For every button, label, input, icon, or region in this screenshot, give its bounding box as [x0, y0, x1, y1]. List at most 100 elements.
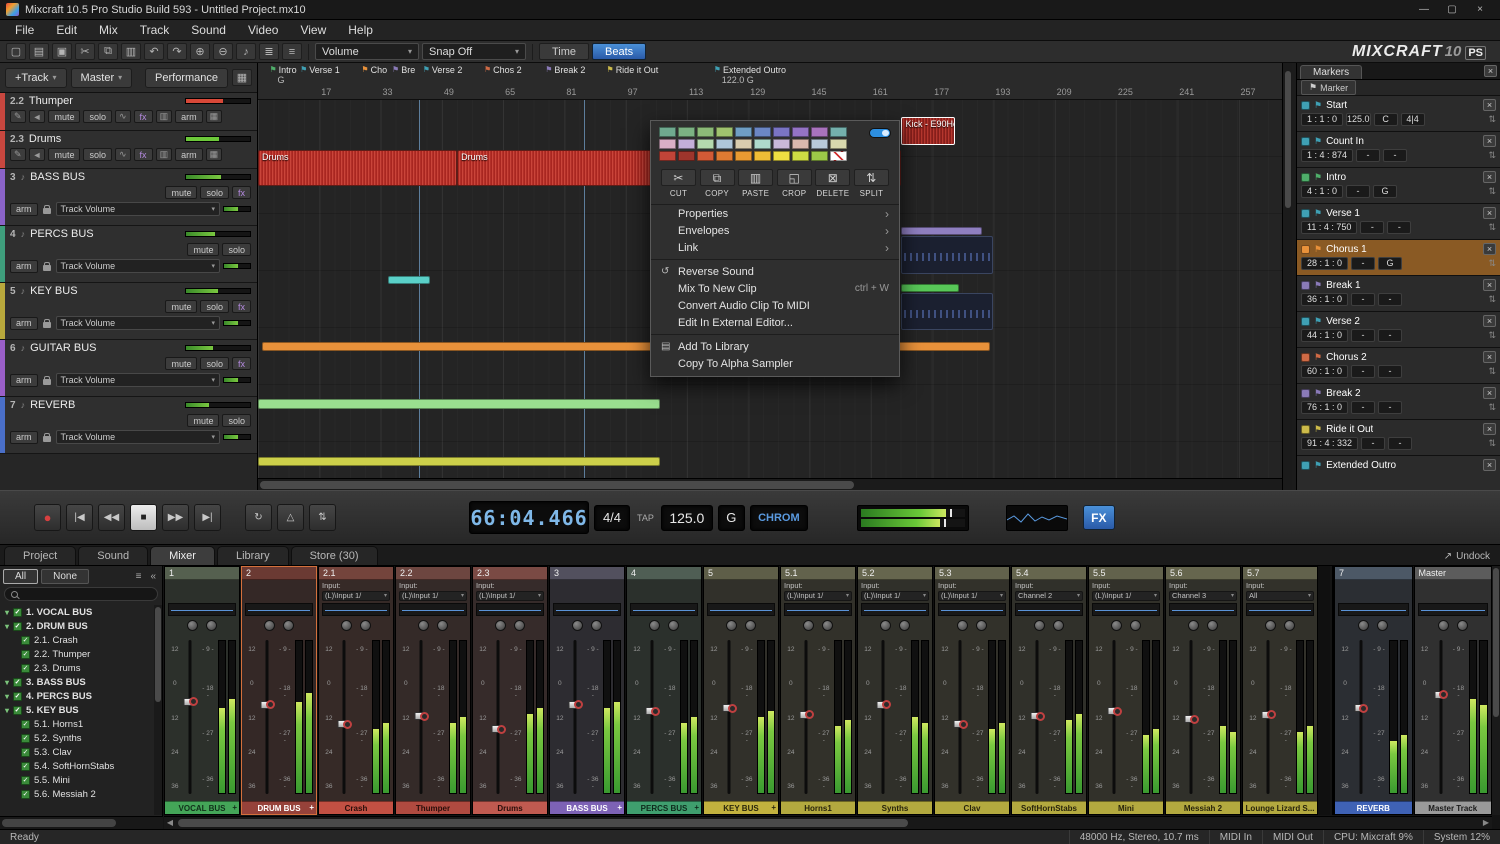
clip-action-button[interactable]: ◱ CROP — [777, 169, 812, 198]
eq-display[interactable] — [1418, 603, 1489, 616]
clip-bar[interactable] — [258, 457, 660, 466]
eq-display[interactable] — [322, 603, 390, 616]
color-swatch[interactable] — [678, 151, 695, 161]
clip-kick-e90house[interactable]: Kick - E90House — [901, 117, 955, 145]
meter-icon[interactable]: ▥ — [156, 148, 173, 161]
send-knob[interactable] — [1284, 620, 1295, 631]
mixer-tree-item[interactable]: ▾ ✓ 5.3. Clav — [0, 745, 154, 759]
pan-knob[interactable] — [572, 620, 583, 631]
send-knob[interactable] — [745, 620, 756, 631]
stop-button[interactable]: ■ — [130, 504, 157, 531]
mixer-tree-item[interactable]: ▾ ✓ 1. VOCAL BUS — [0, 605, 154, 619]
input-select[interactable]: (L)\Input 1/▾ — [476, 591, 544, 601]
punch-button[interactable]: ⇅ — [309, 504, 336, 531]
delete-marker-icon[interactable]: × — [1483, 423, 1496, 435]
send-knob[interactable] — [283, 620, 294, 631]
send-knob[interactable] — [591, 620, 602, 631]
mixer-tree-item[interactable]: ▾ ✓ 2.3. Drums — [0, 661, 154, 675]
paste-icon[interactable]: ▥ — [121, 43, 141, 60]
meter-icon[interactable]: ▥ — [156, 110, 173, 123]
color-swatch[interactable] — [716, 127, 733, 137]
channel-name-label[interactable]: Clav+ — [935, 801, 1009, 814]
marker-row[interactable]: ⚑ Count In × 1 : 4 : 874 - - ⇅ — [1297, 132, 1500, 168]
menu-item[interactable]: Track — [129, 21, 181, 39]
marker-row[interactable]: ⚑ Ride it Out × 91 : 4 : 332 - - ⇅ — [1297, 420, 1500, 456]
lock-icon[interactable] — [43, 265, 51, 271]
lock-icon[interactable] — [43, 322, 51, 328]
menu-item[interactable]: Sound — [180, 21, 237, 39]
timeline-marker[interactable]: ⚑IntroG — [269, 65, 296, 85]
bus-track-row[interactable]: 3 ♪ BASS BUS mute solo fx arm Track Volu… — [0, 169, 257, 226]
bottom-tab[interactable]: Sound — [78, 546, 148, 565]
color-swatch[interactable] — [830, 151, 847, 161]
color-swatch[interactable] — [754, 139, 771, 149]
color-swatch[interactable] — [754, 151, 771, 161]
automation-type-dropdown[interactable]: Volume▾ — [315, 43, 419, 60]
pan-knob[interactable] — [1358, 620, 1369, 631]
delete-marker-icon[interactable]: × — [1483, 279, 1496, 291]
clip-bar[interactable] — [901, 284, 958, 292]
menu-item[interactable]: Help — [337, 21, 384, 39]
solo-button[interactable]: solo — [83, 110, 112, 123]
bus-track-row[interactable]: 4 ♪ PERCS BUS mute solo fx arm Track Vol… — [0, 226, 257, 283]
marker-spinner-icon[interactable]: ⇅ — [1488, 330, 1496, 341]
timeline-marker[interactable]: ⚑Ride it Out — [607, 65, 659, 75]
gain-knob[interactable] — [728, 704, 737, 713]
prev-button[interactable]: |◀ — [66, 504, 93, 531]
mute-button[interactable]: mute — [187, 243, 219, 256]
marker-key[interactable]: - — [1378, 293, 1402, 306]
marker-color-swatch[interactable] — [1301, 245, 1310, 254]
save-icon[interactable]: ▣ — [52, 43, 72, 60]
marker-position[interactable]: 1 : 4 : 874 — [1301, 149, 1353, 162]
gain-knob[interactable] — [1359, 704, 1368, 713]
sidebar-hscrollbar[interactable] — [0, 816, 163, 829]
marker-spinner-icon[interactable]: ⇅ — [1488, 150, 1496, 161]
bottom-tab[interactable]: Mixer — [150, 546, 215, 565]
color-swatch[interactable] — [716, 139, 733, 149]
color-swatch[interactable] — [754, 127, 771, 137]
marker-position[interactable]: 44 : 1 : 0 — [1301, 329, 1348, 342]
monitor-icon[interactable]: ◄ — [29, 148, 46, 161]
mixer-channel-strip[interactable]: 1 ▾ 120122436 9182736 — [164, 566, 240, 815]
track-volume-dropdown[interactable]: Track Volume▾ — [56, 316, 221, 330]
marker-color-swatch[interactable] — [1301, 137, 1310, 146]
timeline-hscrollbar[interactable] — [258, 478, 1282, 490]
pan-knob[interactable] — [1188, 620, 1199, 631]
pan-knob[interactable] — [418, 620, 429, 631]
checkbox-icon[interactable]: ✓ — [21, 762, 30, 771]
mixer-tree-item[interactable]: ▾ ✓ 3. BASS BUS — [0, 675, 154, 689]
arm-button[interactable]: arm — [175, 148, 203, 161]
mixer-tree-item[interactable]: ▾ ✓ 4. PERCS BUS — [0, 689, 154, 703]
marker-tempo[interactable]: - — [1351, 257, 1375, 270]
marker-position[interactable]: 28 : 1 : 0 — [1301, 257, 1348, 270]
channel-name-label[interactable]: PERCS BUS+ — [627, 801, 701, 814]
sidebar-vscrollbar[interactable] — [154, 605, 162, 815]
marker-key[interactable]: G — [1373, 185, 1397, 198]
pan-knob[interactable] — [1111, 620, 1122, 631]
delete-marker-icon[interactable]: × — [1483, 459, 1496, 471]
undock-button[interactable]: ↗Undock — [1438, 551, 1496, 565]
marker-signature[interactable]: 4|4 — [1401, 113, 1425, 126]
marker-key[interactable]: - — [1378, 365, 1402, 378]
mixer-tree-item[interactable]: ▾ ✓ 5.6. Messiah 2 — [0, 787, 154, 801]
marker-row[interactable]: ⚑ Break 2 × 76 : 1 : 0 - - ⇅ — [1297, 384, 1500, 420]
time-display[interactable]: 66:04.466 — [469, 501, 589, 534]
solo-button[interactable]: solo — [200, 186, 229, 199]
marker-color-swatch[interactable] — [1301, 461, 1310, 470]
color-swatch[interactable] — [716, 151, 733, 161]
marker-spinner-icon[interactable]: ⇅ — [1488, 186, 1496, 197]
delete-marker-icon[interactable]: × — [1483, 135, 1496, 147]
checkbox-icon[interactable]: ✓ — [21, 734, 30, 743]
marker-row[interactable]: ⚑ Start × 1 : 1 : 0 125.0 C 4|4 ⇅ — [1297, 96, 1500, 132]
expand-arrow-icon[interactable]: ▾ — [5, 692, 9, 701]
pan-knob[interactable] — [649, 620, 660, 631]
eq-display[interactable] — [553, 603, 621, 616]
context-menu-item[interactable]: Envelopes› — [651, 222, 899, 239]
marker-position[interactable]: 60 : 1 : 0 — [1301, 365, 1348, 378]
clip-drums[interactable]: Drums — [457, 150, 656, 186]
delete-marker-icon[interactable]: × — [1483, 351, 1496, 363]
color-swatch[interactable] — [830, 127, 847, 137]
send-knob[interactable] — [437, 620, 448, 631]
mixer-hscrollbar[interactable]: ◀▶ — [164, 816, 1492, 829]
context-menu-item[interactable]: Copy To Alpha Sampler — [651, 355, 899, 372]
